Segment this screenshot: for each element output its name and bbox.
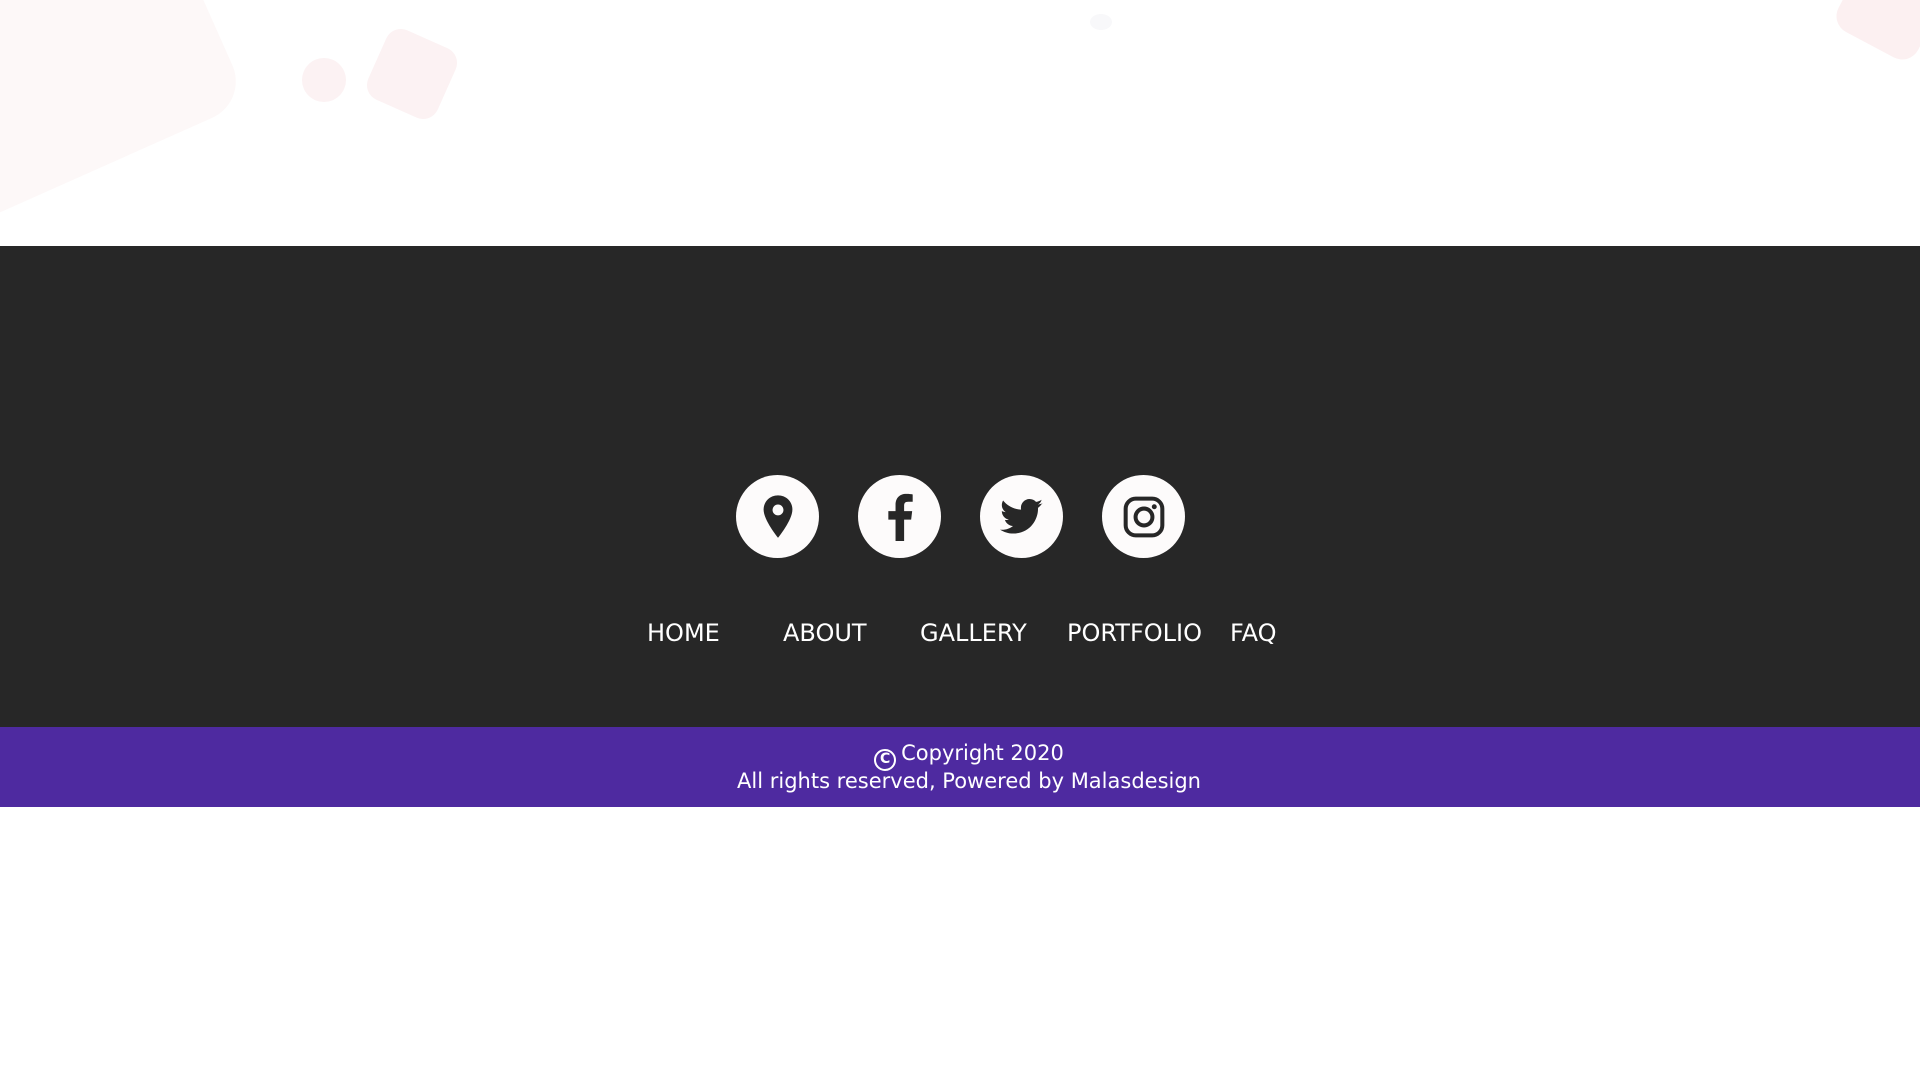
decorative-dot bbox=[302, 58, 346, 102]
facebook-button[interactable] bbox=[858, 475, 941, 558]
location-pin-icon bbox=[763, 494, 792, 538]
twitter-button[interactable] bbox=[980, 475, 1063, 558]
location-button[interactable] bbox=[736, 475, 819, 558]
copyright-band: C Copyright 2020 All rights reserved, Pow… bbox=[0, 727, 1920, 807]
top-decorative-area bbox=[0, 0, 1920, 246]
instagram-icon bbox=[1123, 496, 1164, 537]
site-footer: HOME ABOUT GALLERY PORTFOLIO FAQ bbox=[0, 246, 1920, 727]
facebook-icon bbox=[887, 493, 913, 541]
twitter-icon bbox=[999, 498, 1043, 534]
footer-nav: HOME ABOUT GALLERY PORTFOLIO FAQ bbox=[0, 618, 1920, 658]
instagram-button[interactable] bbox=[1102, 475, 1185, 558]
decorative-shape bbox=[361, 23, 463, 125]
nav-gallery[interactable]: GALLERY bbox=[920, 618, 1027, 648]
copyright-text: Copyright 2020 bbox=[901, 741, 1064, 765]
decorative-shape bbox=[0, 0, 249, 236]
rights-reserved-text: All rights reserved, Powered by Malasdes… bbox=[737, 769, 1201, 793]
decorative-dot bbox=[1090, 14, 1112, 30]
nav-portfolio[interactable]: PORTFOLIO bbox=[1067, 618, 1202, 648]
copyright-line: C Copyright 2020 bbox=[0, 740, 1920, 771]
nav-about[interactable]: ABOUT bbox=[783, 618, 867, 648]
social-bar bbox=[736, 475, 1186, 559]
decorative-shape bbox=[1830, 0, 1920, 66]
bottom-blank-area bbox=[0, 807, 1920, 1075]
nav-faq[interactable]: FAQ bbox=[1230, 618, 1277, 648]
nav-home[interactable]: HOME bbox=[647, 618, 720, 648]
